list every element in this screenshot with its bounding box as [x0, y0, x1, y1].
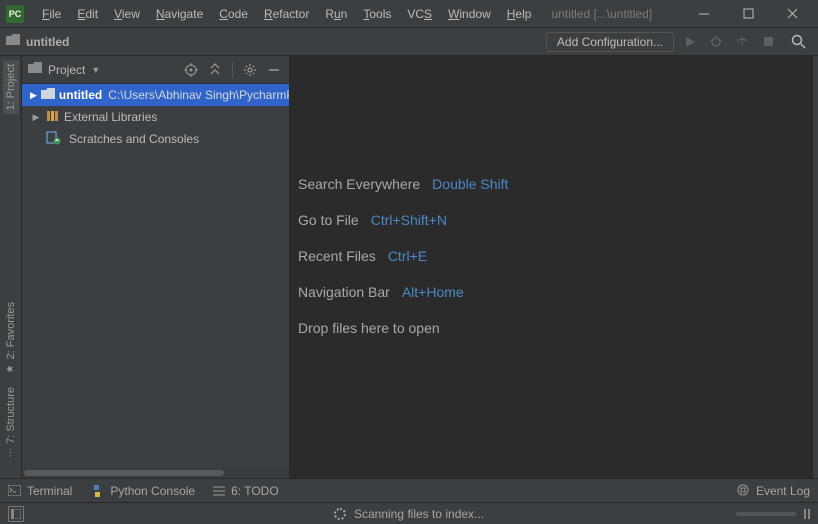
progress-bar — [736, 512, 796, 516]
gutter-tab-favorites[interactable]: ★ 2: Favorites — [3, 298, 19, 378]
gutter-tab-structure[interactable]: ⋮ 7: Structure — [3, 383, 19, 462]
right-gutter — [812, 56, 818, 478]
panel-folder-icon — [28, 62, 42, 77]
hint-drop-files: Drop files here to open — [298, 320, 812, 336]
terminal-button[interactable]: Terminal — [8, 484, 72, 498]
scrollbar-thumb[interactable] — [24, 470, 224, 476]
panel-title-label[interactable]: Project — [48, 63, 85, 77]
chevron-down-icon[interactable]: ▼ — [91, 65, 100, 75]
todo-icon — [213, 486, 225, 496]
coverage-icon[interactable] — [732, 32, 752, 52]
hint-search-everywhere: Search Everywhere Double Shift — [298, 176, 812, 192]
shortcut: Ctrl+Shift+N — [371, 212, 447, 228]
status-text: Scanning files to index... — [354, 507, 484, 521]
python-console-label: Python Console — [110, 484, 195, 498]
menu-tools[interactable]: Tools — [355, 4, 399, 24]
gutter-structure-label: 7: Structure — [5, 387, 17, 444]
event-log-label: Event Log — [756, 484, 810, 498]
expand-arrow-icon[interactable]: ▶ — [30, 112, 42, 123]
stop-icon[interactable] — [758, 32, 778, 52]
tree-root-row[interactable]: ▶ untitled C:\Users\Abhinav Singh\Pychar… — [22, 84, 289, 106]
scratches-icon — [46, 131, 61, 148]
close-button[interactable] — [770, 0, 814, 28]
maximize-button[interactable] — [726, 0, 770, 28]
debug-icon[interactable] — [706, 32, 726, 52]
left-gutter: 1: Project ★ 2: Favorites ⋮ 7: Structure — [0, 56, 22, 478]
library-icon — [46, 110, 60, 125]
horizontal-scrollbar[interactable] — [22, 468, 289, 478]
shortcut: Ctrl+E — [388, 248, 427, 264]
shortcut: Double Shift — [432, 176, 508, 192]
terminal-label: Terminal — [27, 484, 72, 498]
menu-edit[interactable]: Edit — [69, 4, 106, 24]
menu-run[interactable]: Run — [317, 4, 355, 24]
divider — [232, 62, 233, 78]
editor-empty-state: Search Everywhere Double Shift Go to Fil… — [290, 56, 812, 478]
event-log-button[interactable]: Event Log — [737, 484, 810, 498]
folder-icon — [41, 88, 55, 103]
app-icon: PC — [6, 5, 24, 23]
menu-vcs[interactable]: VCS — [399, 4, 440, 24]
tool-windows-toggle-icon[interactable] — [8, 506, 24, 522]
todo-label: 6: TODO — [231, 484, 279, 498]
hint-recent-files: Recent Files Ctrl+E — [298, 248, 812, 264]
minimize-button[interactable] — [682, 0, 726, 28]
python-icon — [90, 484, 104, 498]
hint-go-to-file: Go to File Ctrl+Shift+N — [298, 212, 812, 228]
menu-code[interactable]: Code — [211, 4, 256, 24]
menu-window[interactable]: Window — [440, 4, 499, 24]
breadcrumb-root[interactable]: untitled — [6, 34, 69, 49]
pause-icon[interactable] — [804, 509, 810, 519]
hide-icon[interactable] — [265, 61, 283, 79]
menu-refactor[interactable]: Refactor — [256, 4, 317, 24]
menu-file[interactable]: File — [34, 4, 69, 24]
gutter-favorites-label: 2: Favorites — [5, 302, 17, 359]
expand-arrow-icon[interactable]: ▶ — [30, 90, 37, 101]
project-panel-header: Project ▼ — [22, 56, 289, 84]
menu-navigate[interactable]: Navigate — [148, 4, 211, 24]
search-icon[interactable] — [784, 32, 812, 52]
spinner-icon — [334, 508, 346, 520]
breadcrumb-label: untitled — [26, 35, 69, 49]
project-tree[interactable]: ▶ untitled C:\Users\Abhinav Singh\Pychar… — [22, 84, 289, 468]
bottom-toolbar: Terminal Python Console 6: TODO Event Lo… — [0, 478, 818, 502]
menu-view[interactable]: View — [106, 4, 148, 24]
terminal-icon — [8, 485, 21, 496]
collapse-all-icon[interactable] — [206, 61, 224, 79]
locate-icon[interactable] — [182, 61, 200, 79]
gear-icon[interactable] — [241, 61, 259, 79]
tree-root-name: untitled — [59, 88, 102, 102]
navigation-bar: untitled Add Configuration... — [0, 28, 818, 56]
main-menu: File Edit View Navigate Code Refactor Ru… — [34, 4, 539, 24]
tree-scratches-label: Scratches and Consoles — [69, 132, 199, 146]
window-title: untitled [...\untitled] — [551, 7, 652, 21]
shortcut: Alt+Home — [402, 284, 464, 300]
project-tool-window: Project ▼ ▶ untit — [22, 56, 290, 478]
tree-root-path: C:\Users\Abhinav Singh\PycharmProjects\u… — [108, 88, 289, 102]
event-log-icon — [737, 484, 750, 497]
todo-button[interactable]: 6: TODO — [213, 484, 279, 498]
hint-navigation-bar: Navigation Bar Alt+Home — [298, 284, 812, 300]
title-bar: PC File Edit View Navigate Code Refactor… — [0, 0, 818, 28]
status-bar: Scanning files to index... — [0, 502, 818, 524]
main-area: 1: Project ★ 2: Favorites ⋮ 7: Structure… — [0, 56, 818, 478]
gutter-tab-project[interactable]: 1: Project — [3, 60, 19, 114]
tree-ext-libs-row[interactable]: ▶ External Libraries — [22, 106, 289, 128]
run-icon[interactable] — [680, 32, 700, 52]
add-configuration-button[interactable]: Add Configuration... — [546, 32, 674, 52]
python-console-button[interactable]: Python Console — [90, 484, 195, 498]
folder-icon — [6, 34, 20, 49]
menu-help[interactable]: Help — [499, 4, 540, 24]
tree-scratches-row[interactable]: Scratches and Consoles — [22, 128, 289, 150]
tree-ext-libs-label: External Libraries — [64, 110, 157, 124]
